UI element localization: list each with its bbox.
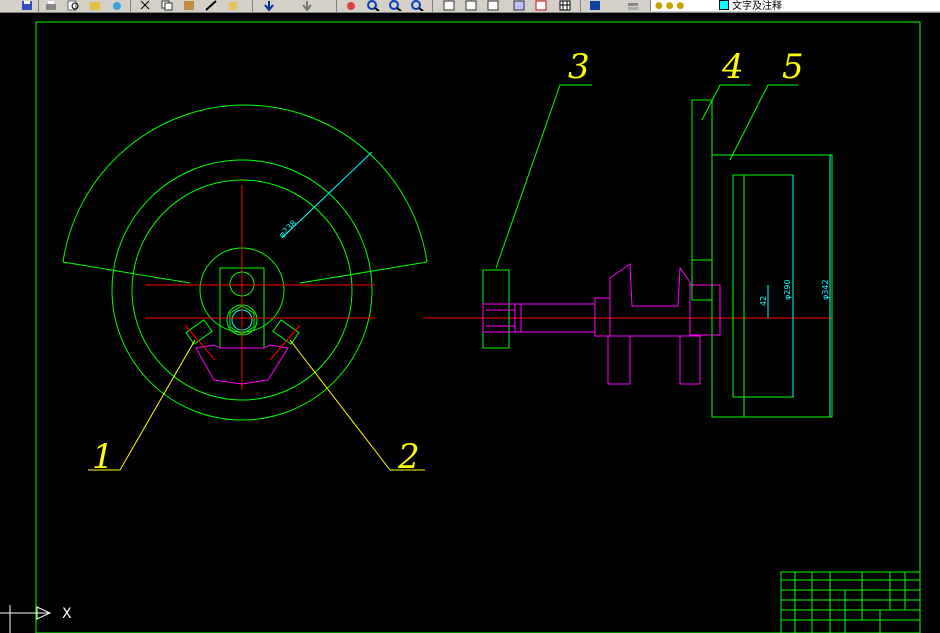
cover-edge-left: [62, 261, 191, 284]
front-view: φ238: [62, 104, 428, 471]
drawing-border: [35, 21, 921, 633]
crank-web: [609, 263, 691, 337]
wheel-rim: [711, 154, 833, 418]
part-label-3: 3: [568, 47, 590, 87]
dim-label-d2: φ290: [783, 279, 792, 300]
drawing-canvas[interactable]: φ238 φ290 φ342 42 1 2 3 4 5: [0, 0, 940, 633]
clamp-right: [272, 319, 300, 345]
side-view: φ290 φ342 42: [423, 84, 833, 418]
leader-1: [119, 339, 196, 471]
cover-arc: [62, 104, 428, 263]
leader-2: [289, 339, 391, 471]
clamp-left: [185, 319, 213, 345]
dim-label-d3: φ342: [821, 279, 830, 300]
dim-label-d4: 42: [759, 296, 768, 306]
crank-pin-left: [607, 335, 631, 385]
title-block: [780, 571, 921, 633]
crank-pin-right: [679, 335, 701, 385]
part-label-4: 4: [721, 47, 744, 87]
cover-edge-right: [299, 261, 428, 284]
leader-4: [701, 84, 750, 121]
pulley-hub: [482, 269, 510, 349]
leader-3: [495, 84, 592, 269]
leader-5: [729, 84, 798, 161]
ucs-icon: [0, 605, 52, 633]
part-label-1: 1: [92, 437, 114, 477]
frame-plate: [691, 99, 713, 261]
part-label-2: 2: [397, 437, 420, 477]
part-label-5: 5: [782, 47, 804, 87]
dim-label-d1: φ238: [277, 219, 298, 240]
ucs-x-label: X: [62, 606, 72, 622]
